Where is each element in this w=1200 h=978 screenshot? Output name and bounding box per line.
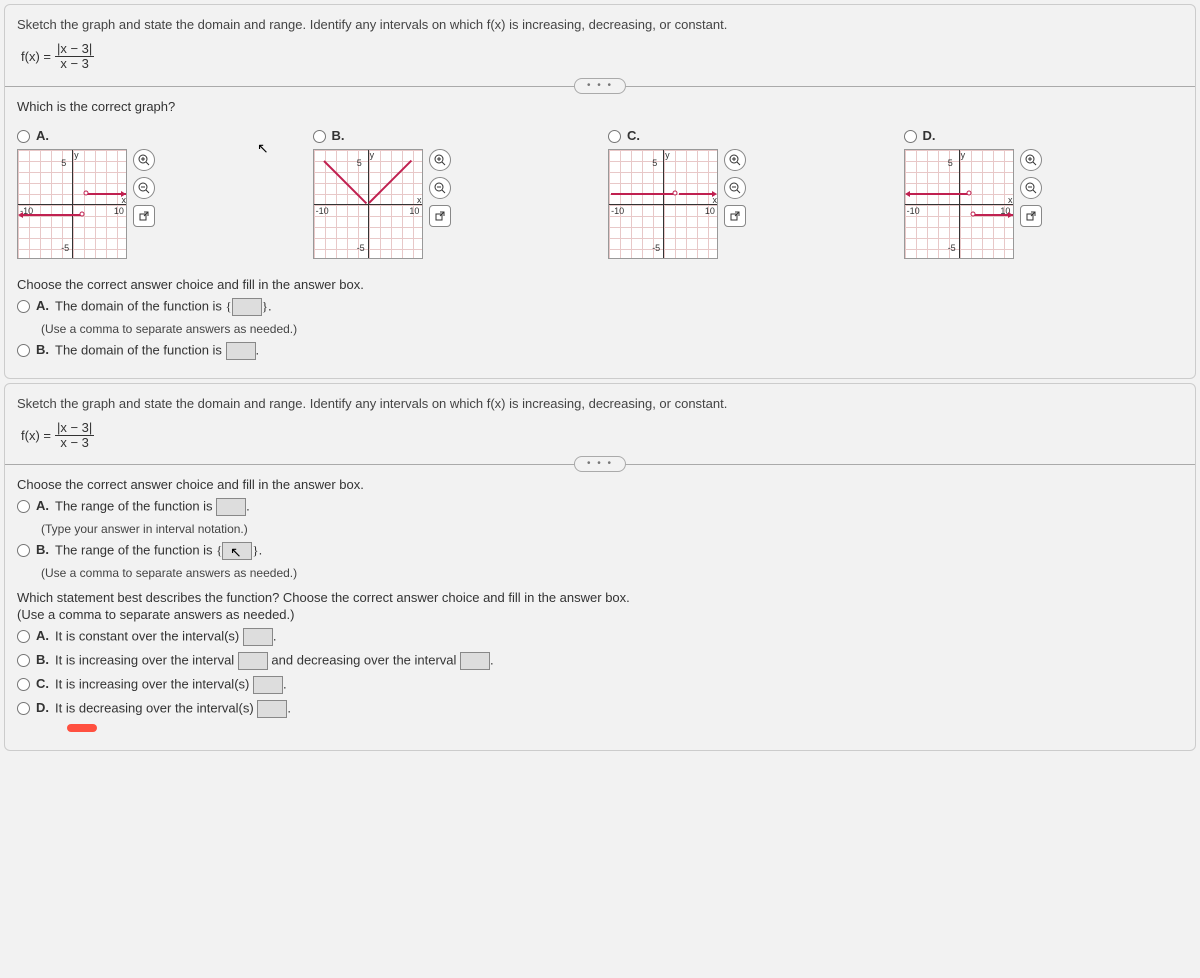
zoom-out-icon[interactable] (724, 177, 746, 199)
formula: f(x) = |x − 3| x − 3 (21, 421, 1179, 451)
label-a: A. (36, 298, 49, 313)
question-prompt: Sketch the graph and state the domain an… (17, 17, 1183, 32)
domain-question: Choose the correct answer choice and fil… (17, 277, 1183, 360)
radio-range-b[interactable] (17, 544, 30, 557)
behavior-b-text: It is increasing over the interval and d… (55, 652, 494, 670)
zoom-out-icon[interactable] (1020, 177, 1042, 199)
ellipsis-icon[interactable]: • • • (574, 456, 626, 472)
range-question: Choose the correct answer choice and fil… (17, 477, 1183, 580)
radio-behavior-a[interactable] (17, 630, 30, 643)
range-prompt: Choose the correct answer choice and fil… (17, 477, 1183, 492)
label-b: B. (36, 542, 49, 557)
fraction: |x − 3| x − 3 (55, 42, 94, 72)
radio-behavior-b[interactable] (17, 654, 30, 667)
label-b: B. (36, 342, 49, 357)
domain-prompt: Choose the correct answer choice and fil… (17, 277, 1183, 292)
question-panel-1: Sketch the graph and state the domain an… (4, 4, 1196, 379)
graph-option-d: D. y x 5 -10 10 -5 (904, 122, 1184, 259)
graph-options-row: A. y x 5 -10 10 -5 (17, 122, 1183, 259)
fx-label: f(x) = (21, 49, 51, 64)
domain-b-text: The domain of the function is . (55, 342, 259, 360)
graph-thumbnail-a[interactable]: y x 5 -10 10 -5 (17, 149, 127, 259)
behavior-question: Which statement best describes the funct… (17, 590, 1183, 732)
answer-input[interactable] (232, 298, 262, 316)
answer-input[interactable] (253, 676, 283, 694)
radio-behavior-c[interactable] (17, 678, 30, 691)
answer-input[interactable] (222, 542, 252, 560)
divider: • • • (5, 464, 1195, 465)
label-b: B. (36, 652, 49, 667)
label-d: D. (36, 700, 49, 715)
popout-icon[interactable] (1020, 205, 1042, 227)
formula: f(x) = |x − 3| x − 3 (21, 42, 1179, 72)
behavior-hint: (Use a comma to separate answers as need… (17, 607, 1183, 622)
label-c: C. (627, 128, 640, 143)
answer-input[interactable] (226, 342, 256, 360)
answer-input[interactable] (257, 700, 287, 718)
denominator: x − 3 (55, 436, 94, 450)
answer-input[interactable] (238, 652, 268, 670)
label-a: A. (36, 128, 49, 143)
zoom-out-icon[interactable] (429, 177, 451, 199)
radio-graph-a[interactable] (17, 130, 30, 143)
domain-a-text: The domain of the function is {}. (55, 298, 272, 316)
radio-graph-b[interactable] (313, 130, 326, 143)
radio-behavior-d[interactable] (17, 702, 30, 715)
range-a-text: The range of the function is . (55, 498, 250, 516)
denominator: x − 3 (55, 57, 94, 71)
graph-option-a: A. y x 5 -10 10 -5 (17, 122, 297, 259)
label-b: B. (332, 128, 345, 143)
numerator: |x − 3| (55, 42, 94, 57)
graph-thumbnail-b[interactable]: y x 5 -10 10 -5 (313, 149, 423, 259)
zoom-in-icon[interactable] (1020, 149, 1042, 171)
label-a: A. (36, 628, 49, 643)
fraction: |x − 3| x − 3 (55, 421, 94, 451)
divider: • • • (5, 86, 1195, 87)
graph-option-c: C. y x 5 -10 10 -5 (608, 122, 888, 259)
ellipsis-icon[interactable]: • • • (574, 78, 626, 94)
answer-input[interactable] (216, 498, 246, 516)
radio-graph-d[interactable] (904, 130, 917, 143)
fx-label: f(x) = (21, 428, 51, 443)
question-prompt: Sketch the graph and state the domain an… (17, 396, 1183, 411)
behavior-a-text: It is constant over the interval(s) . (55, 628, 276, 646)
zoom-in-icon[interactable] (724, 149, 746, 171)
behavior-prompt: Which statement best describes the funct… (17, 590, 1183, 605)
graph-prompt: Which is the correct graph? (17, 99, 1183, 114)
behavior-d-text: It is decreasing over the interval(s) . (55, 700, 291, 718)
answer-input[interactable] (243, 628, 273, 646)
graph-thumbnail-c[interactable]: y x 5 -10 10 -5 (608, 149, 718, 259)
popout-icon[interactable] (133, 205, 155, 227)
radio-graph-c[interactable] (608, 130, 621, 143)
radio-domain-b[interactable] (17, 344, 30, 357)
graph-question: Which is the correct graph? A. y x 5 -10… (17, 99, 1183, 259)
graph-thumbnail-d[interactable]: y x 5 -10 10 -5 (904, 149, 1014, 259)
popout-icon[interactable] (429, 205, 451, 227)
popout-icon[interactable] (724, 205, 746, 227)
radio-domain-a[interactable] (17, 300, 30, 313)
range-a-hint: (Type your answer in interval notation.) (41, 522, 1183, 536)
domain-a-hint: (Use a comma to separate answers as need… (41, 322, 1183, 336)
highlight-mark (67, 724, 97, 732)
question-panel-2: Sketch the graph and state the domain an… (4, 383, 1196, 752)
behavior-c-text: It is increasing over the interval(s) . (55, 676, 287, 694)
zoom-in-icon[interactable] (429, 149, 451, 171)
zoom-in-icon[interactable] (133, 149, 155, 171)
label-d: D. (923, 128, 936, 143)
range-b-text: The range of the function is {}. ↖ (55, 542, 262, 560)
zoom-out-icon[interactable] (133, 177, 155, 199)
answer-input[interactable] (460, 652, 490, 670)
radio-range-a[interactable] (17, 500, 30, 513)
range-b-hint: (Use a comma to separate answers as need… (41, 566, 1183, 580)
label-a: A. (36, 498, 49, 513)
label-c: C. (36, 676, 49, 691)
graph-option-b: B. y x 5 -10 10 -5 (313, 122, 593, 259)
numerator: |x − 3| (55, 421, 94, 436)
